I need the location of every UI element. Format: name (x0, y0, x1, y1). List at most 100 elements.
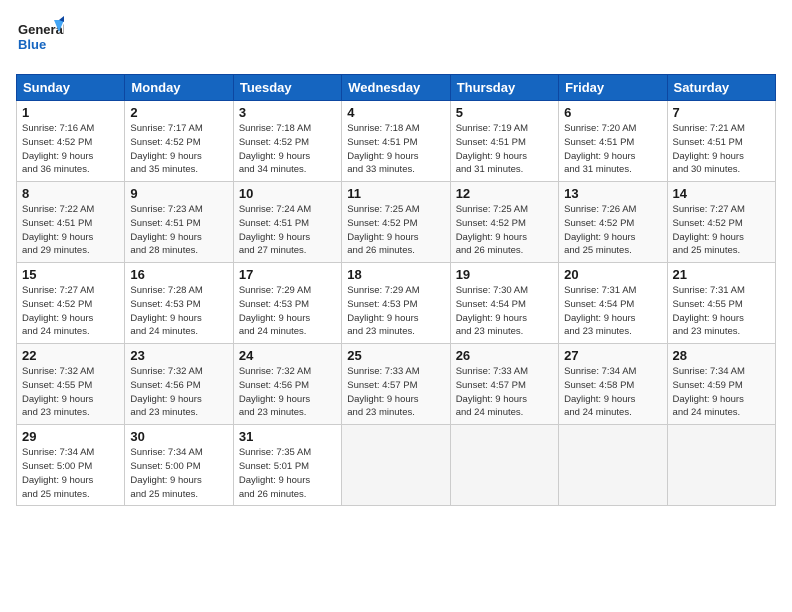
calendar-cell: 7 Sunrise: 7:21 AM Sunset: 4:51 PM Daylig… (667, 101, 775, 182)
calendar-cell: 10 Sunrise: 7:24 AM Sunset: 4:51 PM Dayli… (233, 182, 341, 263)
day-info: Sunrise: 7:29 AM Sunset: 4:53 PM Dayligh… (239, 284, 336, 339)
day-number: 13 (564, 186, 661, 201)
calendar-cell: 8 Sunrise: 7:22 AM Sunset: 4:51 PM Daylig… (17, 182, 125, 263)
calendar-cell: 31 Sunrise: 7:35 AM Sunset: 5:01 PM Dayli… (233, 425, 341, 506)
day-info: Sunrise: 7:30 AM Sunset: 4:54 PM Dayligh… (456, 284, 553, 339)
day-number: 24 (239, 348, 336, 363)
week-row-2: 8 Sunrise: 7:22 AM Sunset: 4:51 PM Daylig… (17, 182, 776, 263)
weekday-header-thursday: Thursday (450, 75, 558, 101)
day-number: 19 (456, 267, 553, 282)
day-number: 3 (239, 105, 336, 120)
day-number: 21 (673, 267, 770, 282)
calendar-cell: 22 Sunrise: 7:32 AM Sunset: 4:55 PM Dayli… (17, 344, 125, 425)
day-info: Sunrise: 7:32 AM Sunset: 4:55 PM Dayligh… (22, 365, 119, 420)
day-info: Sunrise: 7:23 AM Sunset: 4:51 PM Dayligh… (130, 203, 227, 258)
day-number: 17 (239, 267, 336, 282)
day-info: Sunrise: 7:17 AM Sunset: 4:52 PM Dayligh… (130, 122, 227, 177)
day-number: 1 (22, 105, 119, 120)
calendar-table: SundayMondayTuesdayWednesdayThursdayFrid… (16, 74, 776, 506)
calendar-cell: 27 Sunrise: 7:34 AM Sunset: 4:58 PM Dayli… (559, 344, 667, 425)
day-number: 10 (239, 186, 336, 201)
calendar-cell: 2Sunrise: 7:17 AM Sunset: 4:52 PM Daylig… (125, 101, 233, 182)
day-info: Sunrise: 7:35 AM Sunset: 5:01 PM Dayligh… (239, 446, 336, 501)
day-info: Sunrise: 7:26 AM Sunset: 4:52 PM Dayligh… (564, 203, 661, 258)
day-info: Sunrise: 7:34 AM Sunset: 5:00 PM Dayligh… (22, 446, 119, 501)
calendar-cell: 20Sunrise: 7:31 AM Sunset: 4:54 PM Dayli… (559, 263, 667, 344)
day-info: Sunrise: 7:24 AM Sunset: 4:51 PM Dayligh… (239, 203, 336, 258)
weekday-header-wednesday: Wednesday (342, 75, 450, 101)
day-number: 11 (347, 186, 444, 201)
day-info: Sunrise: 7:32 AM Sunset: 4:56 PM Dayligh… (239, 365, 336, 420)
day-info: Sunrise: 7:29 AM Sunset: 4:53 PM Dayligh… (347, 284, 444, 339)
calendar-cell: 18 Sunrise: 7:29 AM Sunset: 4:53 PM Dayli… (342, 263, 450, 344)
day-number: 6 (564, 105, 661, 120)
day-number: 30 (130, 429, 227, 444)
day-info: Sunrise: 7:21 AM Sunset: 4:51 PM Dayligh… (673, 122, 770, 177)
day-info: Sunrise: 7:27 AM Sunset: 4:52 PM Dayligh… (22, 284, 119, 339)
calendar-cell: 30 Sunrise: 7:34 AM Sunset: 5:00 PM Dayli… (125, 425, 233, 506)
calendar-cell: 1 Sunrise: 7:16 AM Sunset: 4:52 PM Daylig… (17, 101, 125, 182)
day-info: Sunrise: 7:18 AM Sunset: 4:52 PM Dayligh… (239, 122, 336, 177)
weekday-header-sunday: Sunday (17, 75, 125, 101)
day-number: 25 (347, 348, 444, 363)
calendar-cell (559, 425, 667, 506)
svg-text:Blue: Blue (18, 37, 46, 52)
day-number: 15 (22, 267, 119, 282)
calendar-cell: 25Sunrise: 7:33 AM Sunset: 4:57 PM Dayli… (342, 344, 450, 425)
day-info: Sunrise: 7:20 AM Sunset: 4:51 PM Dayligh… (564, 122, 661, 177)
day-info: Sunrise: 7:19 AM Sunset: 4:51 PM Dayligh… (456, 122, 553, 177)
calendar-cell: 29 Sunrise: 7:34 AM Sunset: 5:00 PM Dayli… (17, 425, 125, 506)
day-info: Sunrise: 7:32 AM Sunset: 4:56 PM Dayligh… (130, 365, 227, 420)
day-number: 31 (239, 429, 336, 444)
day-info: Sunrise: 7:33 AM Sunset: 4:57 PM Dayligh… (456, 365, 553, 420)
day-number: 16 (130, 267, 227, 282)
day-info: Sunrise: 7:31 AM Sunset: 4:55 PM Dayligh… (673, 284, 770, 339)
day-info: Sunrise: 7:34 AM Sunset: 5:00 PM Dayligh… (130, 446, 227, 501)
day-info: Sunrise: 7:28 AM Sunset: 4:53 PM Dayligh… (130, 284, 227, 339)
calendar-cell: 19 Sunrise: 7:30 AM Sunset: 4:54 PM Dayli… (450, 263, 558, 344)
day-number: 4 (347, 105, 444, 120)
day-number: 23 (130, 348, 227, 363)
day-number: 26 (456, 348, 553, 363)
day-info: Sunrise: 7:34 AM Sunset: 4:58 PM Dayligh… (564, 365, 661, 420)
calendar-cell: 21 Sunrise: 7:31 AM Sunset: 4:55 PM Dayli… (667, 263, 775, 344)
weekday-header-row: SundayMondayTuesdayWednesdayThursdayFrid… (17, 75, 776, 101)
week-row-4: 22 Sunrise: 7:32 AM Sunset: 4:55 PM Dayli… (17, 344, 776, 425)
calendar-body: 1 Sunrise: 7:16 AM Sunset: 4:52 PM Daylig… (17, 101, 776, 506)
day-number: 12 (456, 186, 553, 201)
day-number: 7 (673, 105, 770, 120)
calendar-cell: 15 Sunrise: 7:27 AM Sunset: 4:52 PM Dayli… (17, 263, 125, 344)
weekday-header-tuesday: Tuesday (233, 75, 341, 101)
day-number: 14 (673, 186, 770, 201)
calendar-cell: 23 Sunrise: 7:32 AM Sunset: 4:56 PM Dayli… (125, 344, 233, 425)
day-number: 27 (564, 348, 661, 363)
weekday-header-monday: Monday (125, 75, 233, 101)
day-info: Sunrise: 7:16 AM Sunset: 4:52 PM Dayligh… (22, 122, 119, 177)
header: General Blue (16, 16, 776, 64)
calendar-cell: 24 Sunrise: 7:32 AM Sunset: 4:56 PM Dayli… (233, 344, 341, 425)
day-number: 22 (22, 348, 119, 363)
day-info: Sunrise: 7:34 AM Sunset: 4:59 PM Dayligh… (673, 365, 770, 420)
day-number: 18 (347, 267, 444, 282)
calendar-cell: 26 Sunrise: 7:33 AM Sunset: 4:57 PM Dayli… (450, 344, 558, 425)
calendar-cell: 5 Sunrise: 7:19 AM Sunset: 4:51 PM Daylig… (450, 101, 558, 182)
day-number: 29 (22, 429, 119, 444)
logo: General Blue (16, 16, 64, 64)
day-info: Sunrise: 7:22 AM Sunset: 4:51 PM Dayligh… (22, 203, 119, 258)
day-info: Sunrise: 7:27 AM Sunset: 4:52 PM Dayligh… (673, 203, 770, 258)
calendar-cell: 13 Sunrise: 7:26 AM Sunset: 4:52 PM Dayli… (559, 182, 667, 263)
day-number: 9 (130, 186, 227, 201)
calendar-cell (342, 425, 450, 506)
day-info: Sunrise: 7:31 AM Sunset: 4:54 PM Dayligh… (564, 284, 661, 339)
weekday-header-saturday: Saturday (667, 75, 775, 101)
calendar-cell: 16 Sunrise: 7:28 AM Sunset: 4:53 PM Dayli… (125, 263, 233, 344)
calendar-cell: 14 Sunrise: 7:27 AM Sunset: 4:52 PM Dayli… (667, 182, 775, 263)
calendar-cell: 4Sunrise: 7:18 AM Sunset: 4:51 PM Daylig… (342, 101, 450, 182)
calendar-cell: 17 Sunrise: 7:29 AM Sunset: 4:53 PM Dayli… (233, 263, 341, 344)
day-number: 5 (456, 105, 553, 120)
page: General Blue SundayMondayTuesdayWednesda… (0, 0, 792, 612)
week-row-3: 15 Sunrise: 7:27 AM Sunset: 4:52 PM Dayli… (17, 263, 776, 344)
calendar-cell (667, 425, 775, 506)
day-number: 8 (22, 186, 119, 201)
week-row-5: 29 Sunrise: 7:34 AM Sunset: 5:00 PM Dayli… (17, 425, 776, 506)
